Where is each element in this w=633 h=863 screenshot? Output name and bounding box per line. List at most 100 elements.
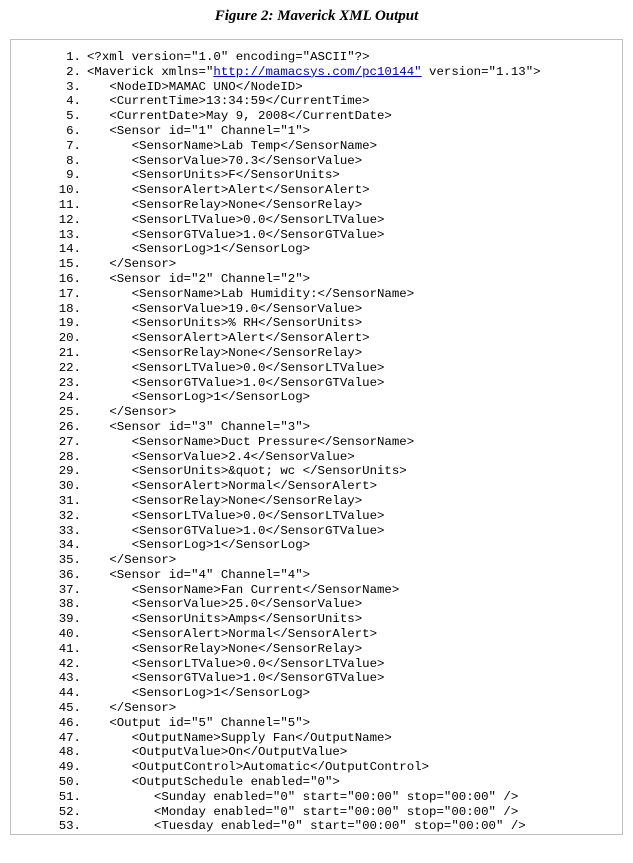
line-number: 50. [19,775,87,790]
code-line: 50. <OutputSchedule enabled="0"> [19,775,614,790]
line-number: 28. [19,450,87,465]
indent [87,760,132,775]
line-number: 26. [19,420,87,435]
code-text: <SensorValue>25.0</SensorValue> [132,597,363,612]
line-number: 34. [19,538,87,553]
line-number: 30. [19,479,87,494]
line-number: 38. [19,597,87,612]
line-number: 20. [19,331,87,346]
code-text: <OutputSchedule enabled="0"> [132,775,340,790]
code-text: <Tuesday enabled="0" start="00:00" stop=… [154,819,526,834]
indent [87,331,132,346]
code-line: 24. <SensorLog>1</SensorLog> [19,390,614,405]
indent [87,94,109,109]
indent [87,376,132,391]
code-text: <SensorAlert>Alert</SensorAlert> [132,183,370,198]
code-text: <SensorLTValue>0.0</SensorLTValue> [132,361,385,376]
indent [87,80,109,95]
indent [87,612,132,627]
code-line: 1.<?xml version="1.0" encoding="ASCII"?> [19,50,614,65]
indent [87,479,132,494]
line-number: 45. [19,701,87,716]
indent [87,627,132,642]
line-number: 37. [19,583,87,598]
code-line: 46. <Output id="5" Channel="5"> [19,716,614,731]
line-number: 41. [19,642,87,657]
code-line: 23. <SensorGTValue>1.0</SensorGTValue> [19,376,614,391]
code-line: 38. <SensorValue>25.0</SensorValue> [19,597,614,612]
code-line: 34. <SensorLog>1</SensorLog> [19,538,614,553]
indent [87,242,132,257]
line-number: 16. [19,272,87,287]
code-text: <SensorAlert>Normal</SensorAlert> [132,479,377,494]
line-number: 5. [19,109,87,124]
code-line: 30. <SensorAlert>Normal</SensorAlert> [19,479,614,494]
code-text: </Sensor> [109,257,176,272]
code-line: 7. <SensorName>Lab Temp</SensorName> [19,139,614,154]
code-text: <SensorRelay>None</SensorRelay> [132,346,363,361]
indent [87,819,154,834]
code-text: <SensorName>Lab Humidity:</SensorName> [132,287,415,302]
code-line: 52. <Monday enabled="0" start="00:00" st… [19,805,614,820]
code-line: 45. </Sensor> [19,701,614,716]
indent [87,568,109,583]
code-line: 53. <Tuesday enabled="0" start="00:00" s… [19,819,614,834]
code-line: 22. <SensorLTValue>0.0</SensorLTValue> [19,361,614,376]
line-number: 32. [19,509,87,524]
code-text: <Sunday enabled="0" start="00:00" stop="… [154,790,518,805]
line-number: 40. [19,627,87,642]
code-line: 28. <SensorValue>2.4</SensorValue> [19,450,614,465]
indent [87,731,132,746]
indent [87,109,109,124]
line-number: 25. [19,405,87,420]
line-number: 18. [19,302,87,317]
indent [87,213,132,228]
indent [87,302,132,317]
code-line: 49. <OutputControl>Automatic</OutputCont… [19,760,614,775]
code-line: 31. <SensorRelay>None</SensorRelay> [19,494,614,509]
line-number: 23. [19,376,87,391]
code-text: <SensorGTValue>1.0</SensorGTValue> [132,671,385,686]
indent [87,553,109,568]
line-number: 12. [19,213,87,228]
line-number: 43. [19,671,87,686]
code-line: 10. <SensorAlert>Alert</SensorAlert> [19,183,614,198]
indent [87,124,109,139]
code-text: <Monday enabled="0" start="00:00" stop="… [154,805,518,820]
line-number: 15. [19,257,87,272]
code-text: <SensorLog>1</SensorLog> [132,242,310,257]
line-number: 19. [19,316,87,331]
line-number: 39. [19,612,87,627]
code-line: 11. <SensorRelay>None</SensorRelay> [19,198,614,213]
code-text: <SensorUnits>&quot; wc </SensorUnits> [132,464,407,479]
code-line: 19. <SensorUnits>% RH</SensorUnits> [19,316,614,331]
indent [87,450,132,465]
code-text: <SensorGTValue>1.0</SensorGTValue> [132,228,385,243]
indent [87,524,132,539]
code-text: <Maverick xmlns="http://mamacsys.com/pc1… [87,65,541,80]
code-line: 48. <OutputValue>On</OutputValue> [19,745,614,760]
code-line: 4. <CurrentTime>13:34:59</CurrentTime> [19,94,614,109]
indent [87,538,132,553]
code-text: <SensorValue>70.3</SensorValue> [132,154,363,169]
code-text: <SensorLTValue>0.0</SensorLTValue> [132,657,385,672]
indent [87,272,109,287]
xml-namespace-link[interactable]: http://mamacsys.com/pc10144" [213,65,421,79]
line-number: 24. [19,390,87,405]
code-line: 16. <Sensor id="2" Channel="2"> [19,272,614,287]
line-number: 42. [19,657,87,672]
line-number: 7. [19,139,87,154]
code-text: <SensorAlert>Alert</SensorAlert> [132,331,370,346]
indent [87,287,132,302]
figure-title: Figure 2: Maverick XML Output [0,0,633,39]
line-number: 49. [19,760,87,775]
code-line: 18. <SensorValue>19.0</SensorValue> [19,302,614,317]
line-number: 1. [19,50,87,65]
line-number: 33. [19,524,87,539]
code-line: 8. <SensorValue>70.3</SensorValue> [19,154,614,169]
code-line: 35. </Sensor> [19,553,614,568]
code-text: <OutputControl>Automatic</OutputControl> [132,760,429,775]
code-text: </Sensor> [109,553,176,568]
indent [87,390,132,405]
line-number: 52. [19,805,87,820]
